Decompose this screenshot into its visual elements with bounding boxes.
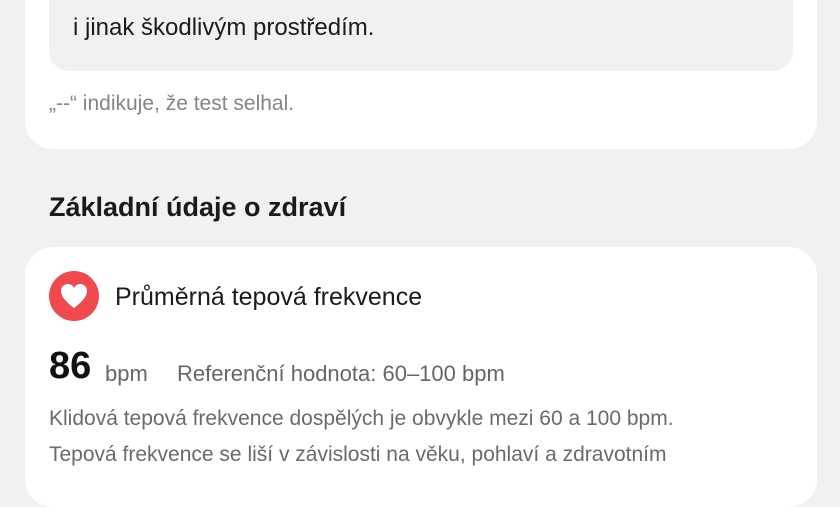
test-failed-note: „--“ indikuje, že test selhal.	[49, 92, 295, 115]
tip-box: i jinak škodlivým prostředím.	[49, 0, 793, 71]
tip-text-line-2: i jinak škodlivým prostředím.	[73, 14, 375, 41]
description-line-2: Tepová frekvence se liší v závislosti na…	[49, 443, 667, 466]
section-title: Základní údaje o zdraví	[49, 192, 347, 222]
heart-rate-unit: bpm	[105, 361, 148, 386]
average-heart-rate-card[interactable]: Průměrná tepová frekvence 86 bpm Referen…	[25, 247, 817, 507]
heart-icon	[49, 271, 99, 321]
heart-rate-value: 86	[49, 345, 92, 387]
description-line-1: Klidová tepová frekvence dospělých je ob…	[49, 407, 674, 430]
reference-range: Referenční hodnota: 60–100 bpm	[177, 361, 505, 386]
previous-info-card: i jinak škodlivým prostředím. „--“ indik…	[25, 0, 817, 149]
metric-title: Průměrná tepová frekvence	[115, 283, 423, 311]
